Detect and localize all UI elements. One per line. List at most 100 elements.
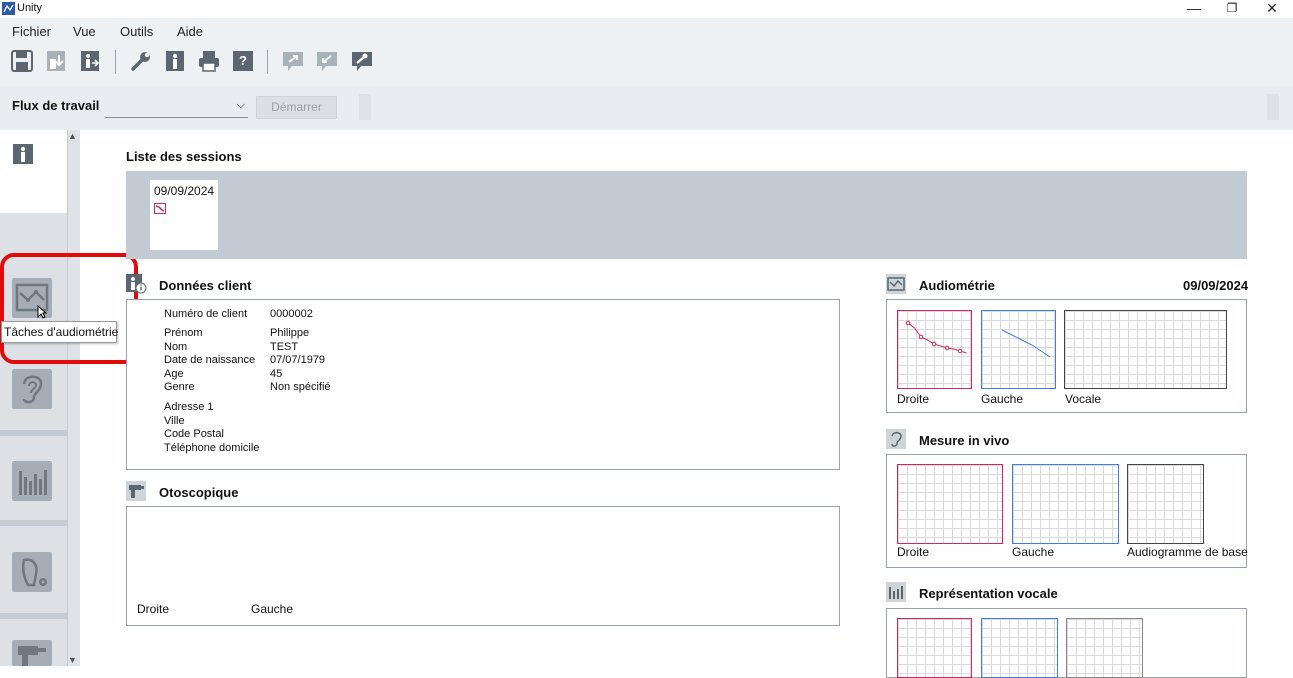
invivo-right-thumbnail[interactable] — [897, 464, 1003, 544]
invivo-baseline-label: Audiogramme de base — [1127, 545, 1248, 559]
otoscope-icon — [126, 481, 146, 501]
toolbar-separator — [267, 50, 268, 74]
scroll-down-icon[interactable]: ▼ — [68, 655, 77, 665]
client-field-label: Age — [164, 367, 184, 380]
client-field-label: Numéro de client — [164, 308, 248, 320]
otoscopy-panel[interactable] — [126, 506, 840, 626]
client-field-value: 0000002 — [270, 308, 313, 320]
speech-left-thumbnail[interactable] — [981, 618, 1058, 678]
sessions-strip — [126, 171, 1247, 259]
import-icon[interactable] — [45, 50, 67, 72]
speech-bars-icon[interactable] — [12, 461, 52, 501]
chevron-down-icon: ⌵ — [236, 99, 245, 111]
start-button[interactable]: Démarrer — [256, 96, 337, 119]
client-field-label: Genre — [164, 381, 195, 393]
client-data-title: Données client — [159, 278, 252, 293]
audiometry-speech-label: Vocale — [1065, 392, 1102, 406]
audiogram-point — [918, 334, 924, 340]
restore-button[interactable]: ❐ — [1212, 0, 1252, 18]
audiogram-point — [931, 341, 937, 347]
toolbar-separator — [115, 50, 116, 74]
menu-vue[interactable]: Vue — [73, 24, 96, 39]
sessions-title: Liste des sessions — [126, 149, 242, 164]
client-field-value: 07/07/1979 — [270, 354, 326, 366]
invivo-right-label: Droite — [897, 545, 930, 559]
workflow-label: Flux de travail — [12, 98, 100, 113]
client-info-icon — [126, 274, 148, 294]
wrench-icon[interactable] — [130, 50, 152, 72]
speech-bars-icon — [886, 582, 906, 602]
client-field-value: TEST — [270, 340, 299, 353]
audiometry-date: 09/09/2024 — [1183, 278, 1249, 293]
client-field-label: Téléphone domicile — [164, 441, 260, 454]
workflow-progress-track — [359, 94, 371, 120]
tooltip: Tâches d'audiométrie — [1, 321, 118, 343]
audiogram-point — [905, 320, 911, 326]
sidebar-divider — [0, 613, 67, 619]
session-card[interactable]: 09/09/2024 — [150, 180, 218, 250]
otoscopy-title: Otoscopique — [159, 485, 239, 500]
app-logo-icon — [2, 2, 15, 15]
client-transfer-icon[interactable] — [79, 50, 101, 72]
window-title: Unity — [17, 2, 43, 14]
audiometry-title: Audiométrie — [919, 278, 995, 293]
client-field-value: 45 — [270, 367, 283, 380]
speech-extra-thumbnail[interactable] — [1066, 618, 1143, 678]
invivo-left-thumbnail[interactable] — [1012, 464, 1119, 544]
workflow-select[interactable]: ⌵ — [105, 96, 248, 118]
client-field-value: Non spécifié — [270, 381, 331, 393]
sidebar-scrollbar[interactable] — [67, 130, 80, 666]
audiogram-point — [944, 345, 950, 351]
session-date: 09/09/2024 — [154, 184, 215, 198]
speech-right-thumbnail[interactable] — [897, 618, 972, 678]
audiometry-left-label: Gauche — [981, 392, 1024, 406]
audiogram-curve — [1001, 329, 1051, 358]
mouse-cursor-icon — [37, 304, 48, 319]
audiogram-point — [957, 348, 963, 354]
client-field-value: Philippe — [270, 327, 310, 339]
scroll-up-icon[interactable]: ▲ — [68, 131, 77, 141]
title-bar: Unity — ❐ ✕ — [0, 0, 1293, 18]
speech-audiogram-thumbnail[interactable] — [1064, 310, 1227, 389]
invivo-title: Mesure in vivo — [919, 433, 1010, 448]
help-icon[interactable]: ? — [232, 50, 254, 72]
ear-icon[interactable] — [12, 369, 52, 409]
ear-icon — [886, 429, 906, 449]
close-button[interactable]: ✕ — [1252, 0, 1292, 18]
audiogram-mini-icon — [154, 201, 166, 214]
invivo-left-label: Gauche — [1012, 545, 1055, 559]
audiogram-curve — [907, 322, 967, 354]
receive-icon[interactable] — [316, 50, 338, 72]
svg-text:?: ? — [239, 53, 247, 68]
client-icon[interactable] — [164, 50, 186, 72]
client-field-label: Nom — [164, 340, 188, 353]
otoscopy-left-label: Gauche — [251, 602, 294, 616]
otoscope-icon[interactable] — [12, 640, 52, 666]
audiogram-icon — [886, 274, 906, 294]
client-field-label: Prénom — [164, 327, 203, 339]
sidebar-divider — [0, 430, 67, 436]
client-field-label: Ville — [164, 414, 185, 427]
print-icon[interactable] — [198, 50, 220, 72]
menu-fichier[interactable]: Fichier — [12, 24, 51, 39]
hearing-aid-settings-icon[interactable] — [12, 552, 52, 592]
sidebar-divider — [0, 520, 67, 526]
export-icon[interactable] — [282, 50, 304, 72]
audiometry-right-label: Droite — [897, 392, 930, 406]
otoscopy-right-label: Droite — [137, 602, 170, 616]
client-field-label: Date de naissance — [164, 354, 256, 366]
speech-title: Représentation vocale — [919, 586, 1058, 601]
client-field-label: Code Postal — [164, 428, 224, 440]
audiogram-left-thumbnail[interactable] — [981, 310, 1056, 389]
workflow-end-marker — [1267, 94, 1279, 120]
menu-aide[interactable]: Aide — [177, 24, 203, 39]
save-icon[interactable] — [11, 50, 33, 72]
highlight-annotation — [0, 253, 138, 364]
menu-outils[interactable]: Outils — [120, 24, 153, 39]
audiogram-right-thumbnail[interactable] — [897, 310, 972, 389]
tools-icon[interactable] — [351, 50, 373, 72]
invivo-baseline-thumbnail[interactable] — [1127, 464, 1204, 544]
client-field-label: Adresse 1 — [164, 401, 214, 413]
client-icon[interactable] — [12, 143, 34, 165]
minimize-button[interactable]: — — [1174, 0, 1214, 18]
